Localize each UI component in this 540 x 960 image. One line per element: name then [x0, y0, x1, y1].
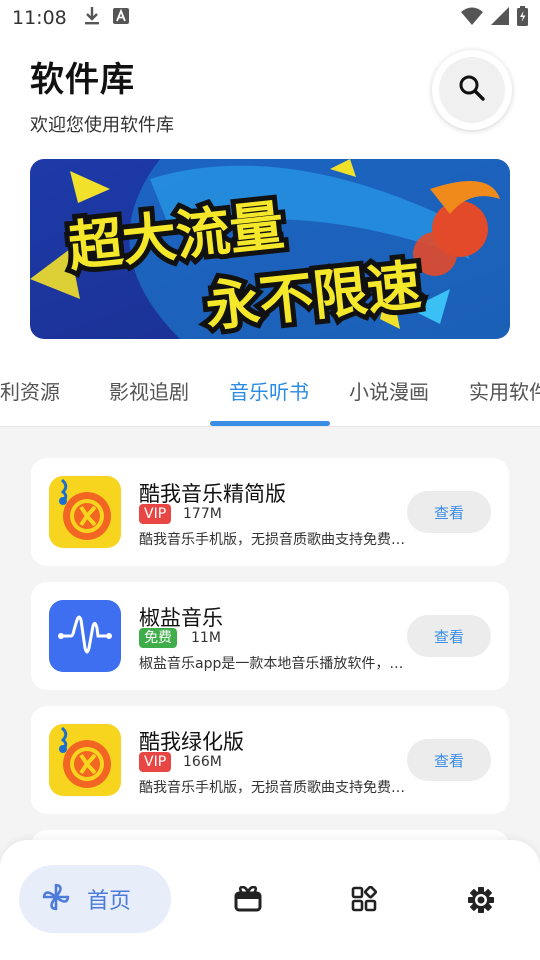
- tab-music[interactable]: 音乐听书: [229, 376, 309, 405]
- bottom-navigation: 首页: [0, 840, 540, 960]
- list-item[interactable]: 椒盐音乐 免费 11M 椒盐音乐app是一款本地音乐播放软件，界面简洁 查看: [31, 582, 509, 690]
- salt-music-icon: [49, 600, 121, 672]
- tab-fuli[interactable]: 福利资源: [0, 376, 60, 405]
- app-size: 166M: [183, 754, 222, 770]
- tab-tools[interactable]: 实用软件: [469, 376, 540, 405]
- app-size: 11M: [191, 630, 221, 646]
- category-tabs: 福利资源 影视追剧 音乐听书 小说漫画 实用软件: [0, 354, 540, 426]
- nav-home[interactable]: 首页: [19, 865, 171, 933]
- apps-grid-icon[interactable]: [351, 885, 378, 916]
- search-icon: [458, 74, 486, 106]
- vip-badge: VIP: [139, 504, 172, 524]
- gift-box-icon[interactable]: [234, 885, 262, 916]
- list-item[interactable]: 酷我音乐精简版 VIP 177M 酷我音乐手机版，无损音质歌曲支持免费下载 查看: [31, 458, 509, 566]
- promo-banner[interactable]: 超大流量 超大流量 永不限速 永不限速: [30, 159, 510, 339]
- kuwo-icon: [49, 724, 121, 796]
- view-button[interactable]: 查看: [407, 739, 491, 781]
- app-description: 酷我音乐手机版，无损音质歌曲支持免费下载: [139, 532, 409, 548]
- tab-movies[interactable]: 影视追剧: [109, 376, 189, 405]
- settings-gear-icon[interactable]: [467, 886, 495, 918]
- view-button[interactable]: 查看: [407, 615, 491, 657]
- battery-icon: [517, 6, 528, 30]
- vip-badge: VIP: [139, 752, 172, 772]
- free-badge: 免费: [139, 628, 177, 648]
- kuwo-icon: [49, 476, 121, 548]
- page-title: 软件库: [30, 60, 135, 100]
- app-description: 椒盐音乐app是一款本地音乐播放软件，界面简洁: [139, 656, 409, 672]
- status-bar: 11:08: [0, 0, 540, 36]
- signal-icon: [491, 7, 509, 29]
- nav-home-label: 首页: [87, 889, 132, 914]
- pinwheel-icon: [41, 882, 71, 916]
- app-size: 177M: [183, 506, 222, 522]
- a-notification-icon: [112, 8, 129, 28]
- page-subtitle: 欢迎您使用软件库: [30, 115, 174, 136]
- app-description: 酷我音乐手机版，无损音质歌曲支持免费下载: [139, 780, 409, 796]
- list-item[interactable]: 酷我绿化版 VIP 166M 酷我音乐手机版，无损音质歌曲支持免费下载 查看: [31, 706, 509, 814]
- status-time: 11:08: [12, 7, 67, 29]
- wifi-icon: [461, 7, 483, 29]
- view-button[interactable]: 查看: [407, 491, 491, 533]
- tab-novels[interactable]: 小说漫画: [349, 376, 429, 405]
- header: 软件库 欢迎您使用软件库: [30, 52, 174, 137]
- search-button[interactable]: [432, 50, 512, 130]
- download-icon: [83, 6, 101, 30]
